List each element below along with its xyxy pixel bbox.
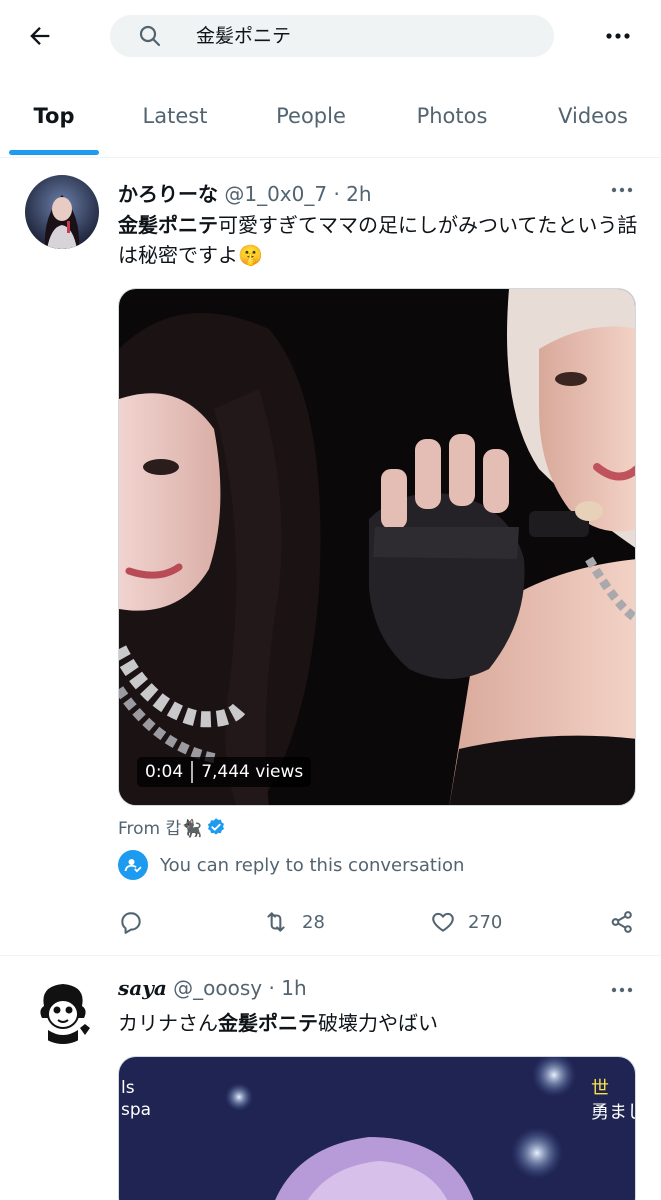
search-icon (139, 25, 161, 47)
back-button[interactable] (22, 18, 58, 54)
video-views: 7,444 views (201, 762, 304, 782)
active-tab-indicator (9, 150, 99, 155)
tab-label: Photos (416, 104, 488, 128)
video-player[interactable]: ls spa 世 勇まし (118, 1056, 636, 1200)
heart-icon (432, 912, 454, 932)
repost-icon (267, 912, 285, 932)
share-icon (611, 911, 632, 933)
more-horizontal-icon (606, 33, 630, 39)
repost-count: 28 (302, 911, 325, 933)
post-text: カリナさん金髪ポニテ破壊力やばい (118, 1008, 638, 1038)
search-tabs: Top Latest People Photos Videos (0, 86, 661, 158)
people-reply-icon (118, 850, 148, 880)
caption-line: 世 (591, 1078, 609, 1099)
post-text: 金髪ポニテ可愛すぎてママの足にしがみついてたという話は秘密ですよ🤫 (118, 210, 638, 270)
reply-button[interactable] (118, 902, 144, 942)
tab-label: Latest (142, 104, 208, 128)
video-source[interactable]: From 캅🐈‍⬛ (118, 814, 226, 839)
video-player[interactable]: 0:04 7,444 views (118, 288, 636, 806)
video-duration: 0:04 (145, 762, 184, 782)
caption-line: ls (121, 1078, 135, 1098)
search-highlight: 金髪ポニテ (118, 213, 218, 237)
video-thumbnail (119, 289, 635, 805)
tab-label: People (276, 104, 346, 128)
more-horizontal-icon (611, 987, 633, 993)
tab-videos[interactable]: Videos (540, 86, 646, 156)
tab-label: Videos (558, 104, 628, 128)
post-header: かろりーな @1_0x0_7 · 2h (118, 178, 372, 207)
like-button[interactable]: 270 (430, 902, 502, 942)
more-horizontal-icon (611, 187, 633, 193)
handle[interactable]: @_ooosy (173, 976, 262, 1000)
search-highlight: 金髪ポニテ (218, 1011, 318, 1035)
search-input[interactable]: 金髪ポニテ (110, 15, 554, 57)
post-header: saya @_ooosy · 1h (118, 976, 307, 1000)
timestamp[interactable]: · 2h (333, 182, 371, 206)
handle[interactable]: @1_0x0_7 (224, 182, 327, 206)
arrow-left-icon (30, 27, 50, 45)
tab-top[interactable]: Top (9, 86, 99, 156)
search-query: 金髪ポニテ (196, 25, 292, 47)
video-stats-badge: 0:04 7,444 views (137, 757, 312, 787)
avatar-image (25, 175, 99, 249)
reply-note-text: You can reply to this conversation (160, 854, 465, 876)
overlay-caption-left: ls spa (121, 1077, 151, 1121)
repost-button[interactable]: 28 (262, 902, 325, 942)
post-2[interactable]: saya @_ooosy · 1h カリナさん金髪ポニテ破壊力やばい ls sp… (0, 956, 661, 1200)
overlay-caption-right: 世 勇まし (591, 1077, 635, 1125)
tab-people[interactable]: People (258, 86, 364, 156)
reply-icon (121, 912, 141, 934)
tab-label: Top (33, 104, 75, 128)
post-more-button[interactable] (604, 978, 640, 1002)
post-actions: 28 270 (0, 902, 661, 942)
from-label: From 캅🐈‍⬛ (118, 819, 203, 839)
post-more-button[interactable] (604, 178, 640, 202)
display-name[interactable]: saya (118, 976, 167, 1000)
caption-line: 勇まし (591, 1102, 635, 1123)
tab-photos[interactable]: Photos (398, 86, 506, 156)
avatar[interactable] (25, 175, 99, 249)
more-options-button[interactable] (598, 20, 638, 52)
reply-permission-note: You can reply to this conversation (118, 850, 464, 880)
post-text-body: 破壊力やばい (318, 1011, 438, 1035)
avatar-image (30, 978, 96, 1044)
share-button[interactable] (609, 902, 635, 942)
timestamp[interactable]: · 1h (269, 976, 307, 1000)
top-bar: 金髪ポニテ (0, 0, 661, 72)
verified-badge-icon (208, 817, 225, 835)
avatar[interactable] (30, 978, 96, 1044)
video-thumbnail (119, 1057, 635, 1200)
like-count: 270 (468, 911, 503, 933)
post-1[interactable]: かろりーな @1_0x0_7 · 2h 金髪ポニテ可愛すぎてママの足にしがみつい… (0, 160, 661, 955)
tab-latest[interactable]: Latest (125, 86, 225, 156)
post-text-prefix: カリナさん (118, 1011, 218, 1035)
display-name[interactable]: かろりーな (118, 182, 218, 206)
caption-line: spa (121, 1100, 152, 1120)
